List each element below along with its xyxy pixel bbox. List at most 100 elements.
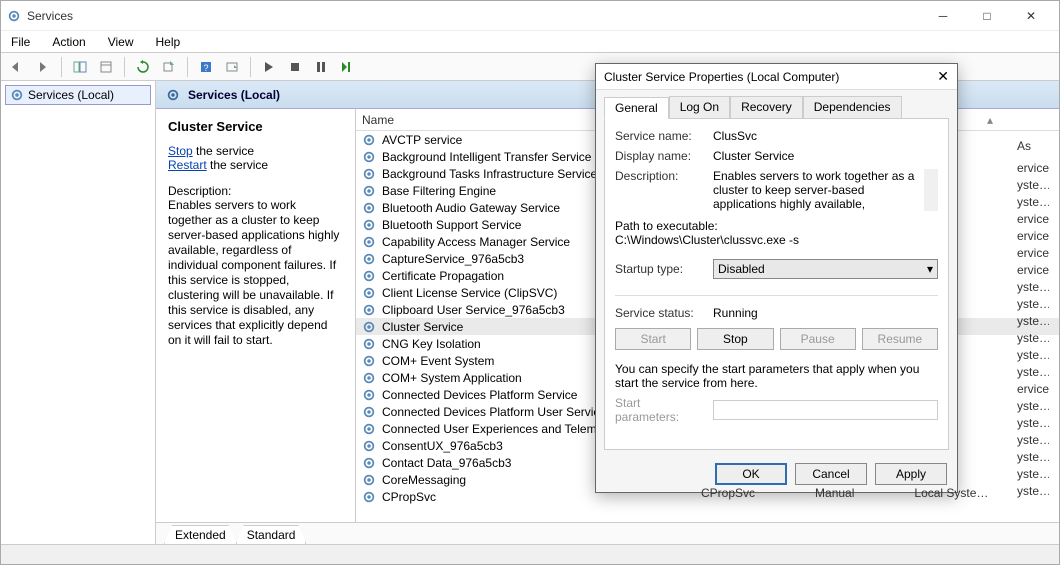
stop-suffix: the service (193, 144, 254, 158)
start-button[interactable]: Start (615, 328, 691, 350)
close-button[interactable]: ✕ (1009, 1, 1053, 31)
options-button[interactable] (220, 56, 244, 78)
menu-action[interactable]: Action (48, 33, 89, 51)
services-window: Services ─ □ ✕ File Action View Help ? (0, 0, 1060, 565)
restart-service-button[interactable] (335, 56, 359, 78)
background-footer-row: CPropSvc Manual Local Syste… (701, 486, 988, 500)
service-name: Connected User Experiences and Telemetry (382, 422, 617, 436)
service-name: Clipboard User Service_976a5cb3 (382, 303, 565, 317)
service-properties-dialog: Cluster Service Properties (Local Comput… (595, 63, 958, 493)
tab-recovery[interactable]: Recovery (730, 96, 803, 118)
chevron-down-icon: ▾ (927, 262, 933, 276)
gear-icon (362, 490, 376, 504)
menu-file[interactable]: File (7, 33, 34, 51)
service-name: Connected Devices Platform User Service_… (382, 405, 619, 419)
ok-button[interactable]: OK (715, 463, 787, 485)
svg-text:?: ? (203, 63, 208, 73)
service-name: Bluetooth Audio Gateway Service (382, 201, 560, 215)
titlebar: Services ─ □ ✕ (1, 1, 1059, 31)
properties-icon-button[interactable] (94, 56, 118, 78)
service-status-value: Running (713, 306, 938, 320)
show-hide-tree-button[interactable] (68, 56, 92, 78)
display-name-label: Display name: (615, 149, 705, 163)
export-list-button[interactable] (157, 56, 181, 78)
minimize-button[interactable]: ─ (921, 1, 965, 31)
gear-icon (166, 88, 180, 102)
description-label: Description: (168, 184, 343, 198)
service-name: Background Tasks Infrastructure Service (382, 167, 597, 181)
cancel-button[interactable]: Cancel (795, 463, 867, 485)
start-service-button[interactable] (257, 56, 281, 78)
service-name: CNG Key Isolation (382, 337, 481, 351)
path-value: C:\Windows\Cluster\clussvc.exe -s (615, 233, 938, 247)
dialog-titlebar[interactable]: Cluster Service Properties (Local Comput… (596, 64, 957, 90)
pause-service-button[interactable] (309, 56, 333, 78)
services-icon (7, 9, 21, 23)
service-name: Background Intelligent Transfer Service (382, 150, 591, 164)
service-name: COM+ Event System (382, 354, 494, 368)
service-name: Base Filtering Engine (382, 184, 496, 198)
resume-button[interactable]: Resume (862, 328, 938, 350)
tab-extended[interactable]: Extended (164, 525, 237, 544)
gear-icon (362, 354, 376, 368)
menubar: File Action View Help (1, 31, 1059, 53)
gear-icon (362, 184, 376, 198)
gear-icon (362, 218, 376, 232)
statusbar (1, 544, 1059, 564)
selected-service-heading: Cluster Service (168, 119, 343, 134)
display-name-value: Cluster Service (713, 149, 938, 163)
service-status-label: Service status: (615, 306, 705, 320)
back-button[interactable] (5, 56, 29, 78)
gear-icon (362, 388, 376, 402)
apply-button[interactable]: Apply (875, 463, 947, 485)
refresh-button[interactable] (131, 56, 155, 78)
gear-icon (362, 201, 376, 215)
stop-service-link[interactable]: Stop (168, 144, 193, 158)
gear-icon (362, 405, 376, 419)
gear-icon (362, 235, 376, 249)
service-name: Client License Service (ClipSVC) (382, 286, 557, 300)
gear-icon (362, 337, 376, 351)
gear-icon (362, 269, 376, 283)
description-label: Description: (615, 169, 705, 183)
tree-node-services-local[interactable]: Services (Local) (5, 85, 151, 105)
service-name: ConsentUX_976a5cb3 (382, 439, 503, 453)
pause-button[interactable]: Pause (780, 328, 856, 350)
restart-service-link[interactable]: Restart (168, 158, 207, 172)
gear-icon (10, 88, 24, 102)
stop-service-button[interactable] (283, 56, 307, 78)
help-button[interactable]: ? (194, 56, 218, 78)
tab-general[interactable]: General (604, 97, 669, 119)
service-name-value: ClusSvc (713, 129, 938, 143)
console-tree[interactable]: Services (Local) (1, 81, 156, 544)
menu-view[interactable]: View (104, 33, 138, 51)
tab-logon[interactable]: Log On (669, 96, 730, 118)
start-params-input[interactable] (713, 400, 938, 420)
scroll-up-icon: ▴ (929, 169, 934, 180)
description-column: Cluster Service Stop the service Restart… (156, 109, 356, 522)
stop-button[interactable]: Stop (697, 328, 773, 350)
gear-icon (362, 320, 376, 334)
start-params-hint: You can specify the start parameters tha… (615, 362, 938, 390)
tab-dependencies[interactable]: Dependencies (803, 96, 902, 118)
menu-help[interactable]: Help (152, 33, 185, 51)
gear-icon (362, 150, 376, 164)
dialog-close-button[interactable]: ✕ (937, 68, 949, 85)
dialog-general-panel: Service name: ClusSvc Display name: Clus… (604, 118, 949, 450)
tab-standard[interactable]: Standard (236, 525, 307, 544)
startup-type-select[interactable]: Disabled ▾ (713, 259, 938, 279)
gear-icon (362, 473, 376, 487)
forward-button[interactable] (31, 56, 55, 78)
service-name: Capability Access Manager Service (382, 235, 570, 249)
pane-title: Services (Local) (188, 88, 280, 102)
service-name-label: Service name: (615, 129, 705, 143)
scroll-down-icon: ▾ (929, 200, 934, 211)
maximize-button[interactable]: □ (965, 1, 1009, 31)
path-label: Path to executable: (615, 219, 938, 233)
service-name: Certificate Propagation (382, 269, 504, 283)
service-name: Cluster Service (382, 320, 463, 334)
description-scrollbar[interactable]: ▴▾ (924, 169, 938, 211)
description-value[interactable]: Enables servers to work together as a cl… (713, 169, 938, 211)
gear-icon (362, 286, 376, 300)
col-name-label[interactable]: Name (362, 113, 394, 127)
